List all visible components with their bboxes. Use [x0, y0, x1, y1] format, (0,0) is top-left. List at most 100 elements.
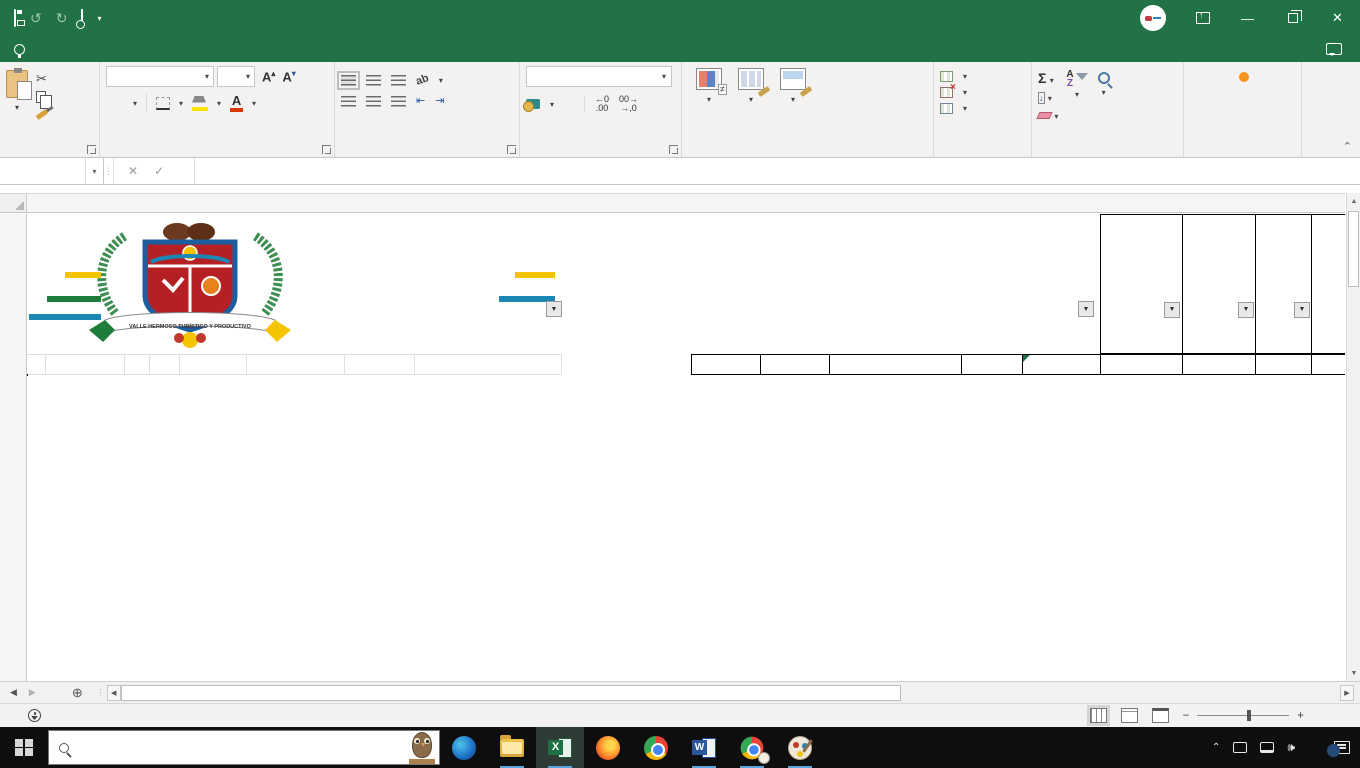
conditional-formatting-button[interactable]: ▾: [688, 66, 730, 109]
format-as-table-button[interactable]: ▾: [730, 66, 772, 109]
find-select-button[interactable]: ▾: [1096, 70, 1112, 122]
cell-styles-button[interactable]: ▾: [772, 66, 814, 109]
taskbar-search-input[interactable]: [48, 730, 440, 765]
format-cells-button[interactable]: ▾: [940, 103, 1027, 114]
select-all-corner[interactable]: [0, 194, 27, 212]
filter-dropdown-icon[interactable]: ▼: [1078, 301, 1094, 317]
feedback-icon[interactable]: [1326, 43, 1342, 56]
accounting-caret-icon[interactable]: ▾: [550, 100, 554, 109]
filter-dropdown-icon[interactable]: ▼: [1238, 302, 1254, 318]
tray-network-icon[interactable]: [1260, 742, 1275, 753]
start-button[interactable]: [0, 727, 48, 768]
delete-cells-button[interactable]: ▾: [940, 82, 1027, 98]
zoom-in-icon[interactable]: +: [1297, 710, 1304, 722]
name-box[interactable]: [0, 158, 86, 184]
font-name-select[interactable]: ▾: [106, 66, 214, 87]
name-box-caret-icon[interactable]: ▾: [86, 158, 104, 184]
cell-L4[interactable]: [760, 354, 830, 375]
cell-R4[interactable]: [1182, 354, 1256, 375]
align-left-icon[interactable]: [341, 95, 356, 107]
cancel-entry-icon[interactable]: ✕: [128, 164, 138, 178]
print-preview-icon[interactable]: [81, 9, 84, 27]
taskbar-paint-icon[interactable]: [776, 727, 824, 768]
number-format-select[interactable]: ▾: [526, 66, 672, 87]
decrease-indent-icon[interactable]: ⇤: [416, 94, 425, 108]
number-dialog-launcher-icon[interactable]: [669, 145, 678, 154]
scroll-right-icon[interactable]: ▶: [1340, 684, 1354, 701]
underline-caret-icon[interactable]: ▾: [133, 99, 137, 108]
taskbar-word-icon[interactable]: W: [680, 727, 728, 768]
orientation-caret-icon[interactable]: ▾: [439, 76, 443, 85]
taskbar-excel-icon[interactable]: X: [536, 727, 584, 768]
format-painter-icon[interactable]: [35, 109, 49, 120]
sheet-tab-overflow[interactable]: [46, 682, 58, 703]
undo-icon[interactable]: ↺: [30, 10, 42, 27]
grow-font-icon[interactable]: A▴: [262, 69, 275, 84]
confirm-entry-icon[interactable]: ✓: [154, 164, 164, 178]
filter-dropdown-icon[interactable]: ▼: [1164, 302, 1180, 318]
align-bottom-icon[interactable]: [391, 74, 406, 86]
taskbar-chrome-profile-icon[interactable]: [728, 727, 776, 768]
align-top-icon[interactable]: [337, 70, 360, 90]
increase-indent-icon[interactable]: ⇥: [435, 94, 444, 108]
page-break-view-icon[interactable]: [1151, 708, 1169, 723]
collapse-ribbon-icon[interactable]: ⌃: [1343, 140, 1352, 153]
decrease-decimal-icon[interactable]: 00→ →,0: [619, 95, 638, 113]
fill-color-caret-icon[interactable]: ▾: [217, 99, 221, 108]
tell-me-search[interactable]: [0, 36, 46, 62]
taskbar-file-explorer-icon[interactable]: [488, 727, 536, 768]
filter-dropdown-icon[interactable]: ▼: [546, 301, 562, 317]
sort-filter-button[interactable]: AZ ▾: [1066, 70, 1088, 122]
tray-tablet-icon[interactable]: [1233, 742, 1248, 753]
filter-dropdown-icon[interactable]: ▼: [1294, 302, 1310, 318]
clipboard-dialog-launcher-icon[interactable]: [87, 145, 96, 154]
page-layout-view-icon[interactable]: [1120, 708, 1138, 723]
save-icon[interactable]: [14, 9, 16, 27]
taskbar-edge-icon[interactable]: [440, 727, 488, 768]
logo-cell[interactable]: VALLE HERMOSO TURÍSTICO Y PRODUCTIVO ▼: [27, 214, 562, 354]
account-avatar[interactable]: [1140, 5, 1166, 31]
horizontal-scrollbar[interactable]: ◀ ▶: [106, 684, 1354, 701]
tray-expand-icon[interactable]: ⌃: [1212, 742, 1220, 753]
sheet-nav-right-icon[interactable]: ▶: [29, 687, 36, 698]
accounting-format-icon[interactable]: [523, 99, 540, 112]
sheet-area[interactable]: VALLE HERMOSO TURÍSTICO Y PRODUCTIVO ▼ ▼: [27, 214, 1345, 681]
retention-header-q[interactable]: ▼: [1100, 214, 1183, 354]
retention-header-t[interactable]: [1311, 214, 1345, 354]
font-color-caret-icon[interactable]: ▾: [252, 99, 256, 108]
addins-button[interactable]: [1190, 66, 1297, 88]
scroll-down-icon[interactable]: ▼: [1347, 665, 1360, 681]
fill-color-icon[interactable]: [192, 95, 209, 111]
restore-button[interactable]: [1270, 0, 1315, 36]
retention-header-r[interactable]: ▼: [1182, 214, 1256, 354]
increase-decimal-icon[interactable]: ←0.00: [595, 95, 609, 113]
cell-total-332[interactable]: [829, 354, 962, 375]
vertical-scrollbar[interactable]: ▲ ▼: [1346, 193, 1360, 681]
retention-header-s[interactable]: ▼: [1255, 214, 1312, 354]
cell-K4[interactable]: [691, 354, 761, 375]
sheet-nav-left-icon[interactable]: ◀: [10, 687, 17, 698]
ribbon-display-options-icon[interactable]: [1180, 0, 1225, 36]
customize-qat-icon[interactable]: ▾: [97, 14, 101, 23]
redo-icon[interactable]: ↻: [56, 10, 68, 27]
vertical-scroll-thumb[interactable]: [1348, 211, 1359, 287]
align-center-icon[interactable]: [366, 95, 381, 107]
orientation-icon[interactable]: ab: [414, 72, 430, 88]
cell-S4[interactable]: [1255, 354, 1312, 375]
align-right-icon[interactable]: [391, 95, 406, 107]
zoom-slider[interactable]: [1246, 710, 1251, 722]
paste-button[interactable]: ▾: [6, 66, 32, 117]
taskbar-firefox-icon[interactable]: [584, 727, 632, 768]
scroll-up-icon[interactable]: ▲: [1347, 193, 1360, 209]
cell-T4[interactable]: [1311, 354, 1345, 375]
minimize-button[interactable]: —: [1225, 0, 1270, 36]
insert-cells-button[interactable]: ▾: [940, 71, 1027, 82]
tray-volume-icon[interactable]: 🕪: [1287, 740, 1295, 755]
horizontal-scroll-thumb[interactable]: [120, 684, 902, 701]
scroll-left-icon[interactable]: ◀: [106, 684, 121, 701]
font-dialog-launcher-icon[interactable]: [322, 145, 331, 154]
tab-splitter[interactable]: ⋮⋮: [97, 682, 112, 703]
alignment-dialog-launcher-icon[interactable]: [507, 145, 516, 154]
sheet-title-cell[interactable]: ▼: [562, 214, 1100, 354]
borders-caret-icon[interactable]: ▾: [179, 99, 183, 108]
